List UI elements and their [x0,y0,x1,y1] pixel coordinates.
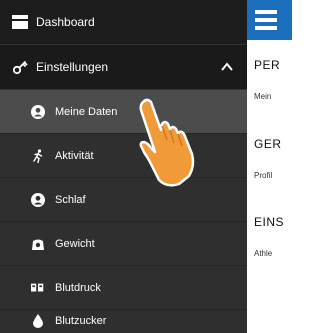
section-title: EINS [254,215,285,229]
sidebar-item-schlaf[interactable]: Schlaf [0,178,247,222]
key-icon [12,59,28,75]
main-section-personal: PER Mein [254,58,280,101]
sidebar-item-blutzucker[interactable]: Blutzucker [0,310,247,333]
nav-item-settings[interactable]: Einstellungen [0,45,247,90]
scale-icon [31,237,45,251]
sidebar-item-label: Gewicht [55,237,95,250]
sidebar-item-blutdruck[interactable]: Blutdruck [0,266,247,310]
nav-item-dashboard-label: Dashboard [36,15,95,29]
section-subtitle[interactable]: Mein [254,92,280,101]
main-topbar [247,0,292,40]
sidebar-item-label: Meine Daten [55,105,118,118]
hamburger-menu-icon[interactable] [255,10,277,30]
sidebar-item-label: Blutdruck [55,281,101,294]
drop-icon [31,314,45,328]
sidebar: Dashboard Einstellungen Meine Daten Akti… [0,0,247,333]
user-circle-icon [31,104,45,119]
sidebar-item-label: Aktivität [55,149,94,162]
chevron-up-icon[interactable] [219,59,235,75]
nav-item-dashboard[interactable]: Dashboard [0,0,247,45]
running-person-icon [31,148,45,163]
nav-item-settings-label: Einstellungen [36,60,109,74]
sidebar-item-meine-daten[interactable]: Meine Daten [0,90,247,134]
sidebar-item-gewicht[interactable]: Gewicht [0,222,247,266]
main-section-devices: GER Profil [254,137,282,180]
section-subtitle[interactable]: Athle [254,249,284,258]
blood-pressure-icon [31,281,45,295]
main-section-settings: EINS Athle [254,215,284,258]
user-circle-icon [31,192,45,207]
section-subtitle[interactable]: Profil [254,171,282,180]
pointing-hand-icon [139,98,195,187]
dashboard-icon [12,14,28,30]
sidebar-item-label: Blutzucker [55,315,107,327]
section-title: PER [254,58,281,72]
sidebar-item-aktivitaet[interactable]: Aktivität [0,134,247,178]
sidebar-item-label: Schlaf [55,193,86,206]
section-title: GER [254,137,282,151]
